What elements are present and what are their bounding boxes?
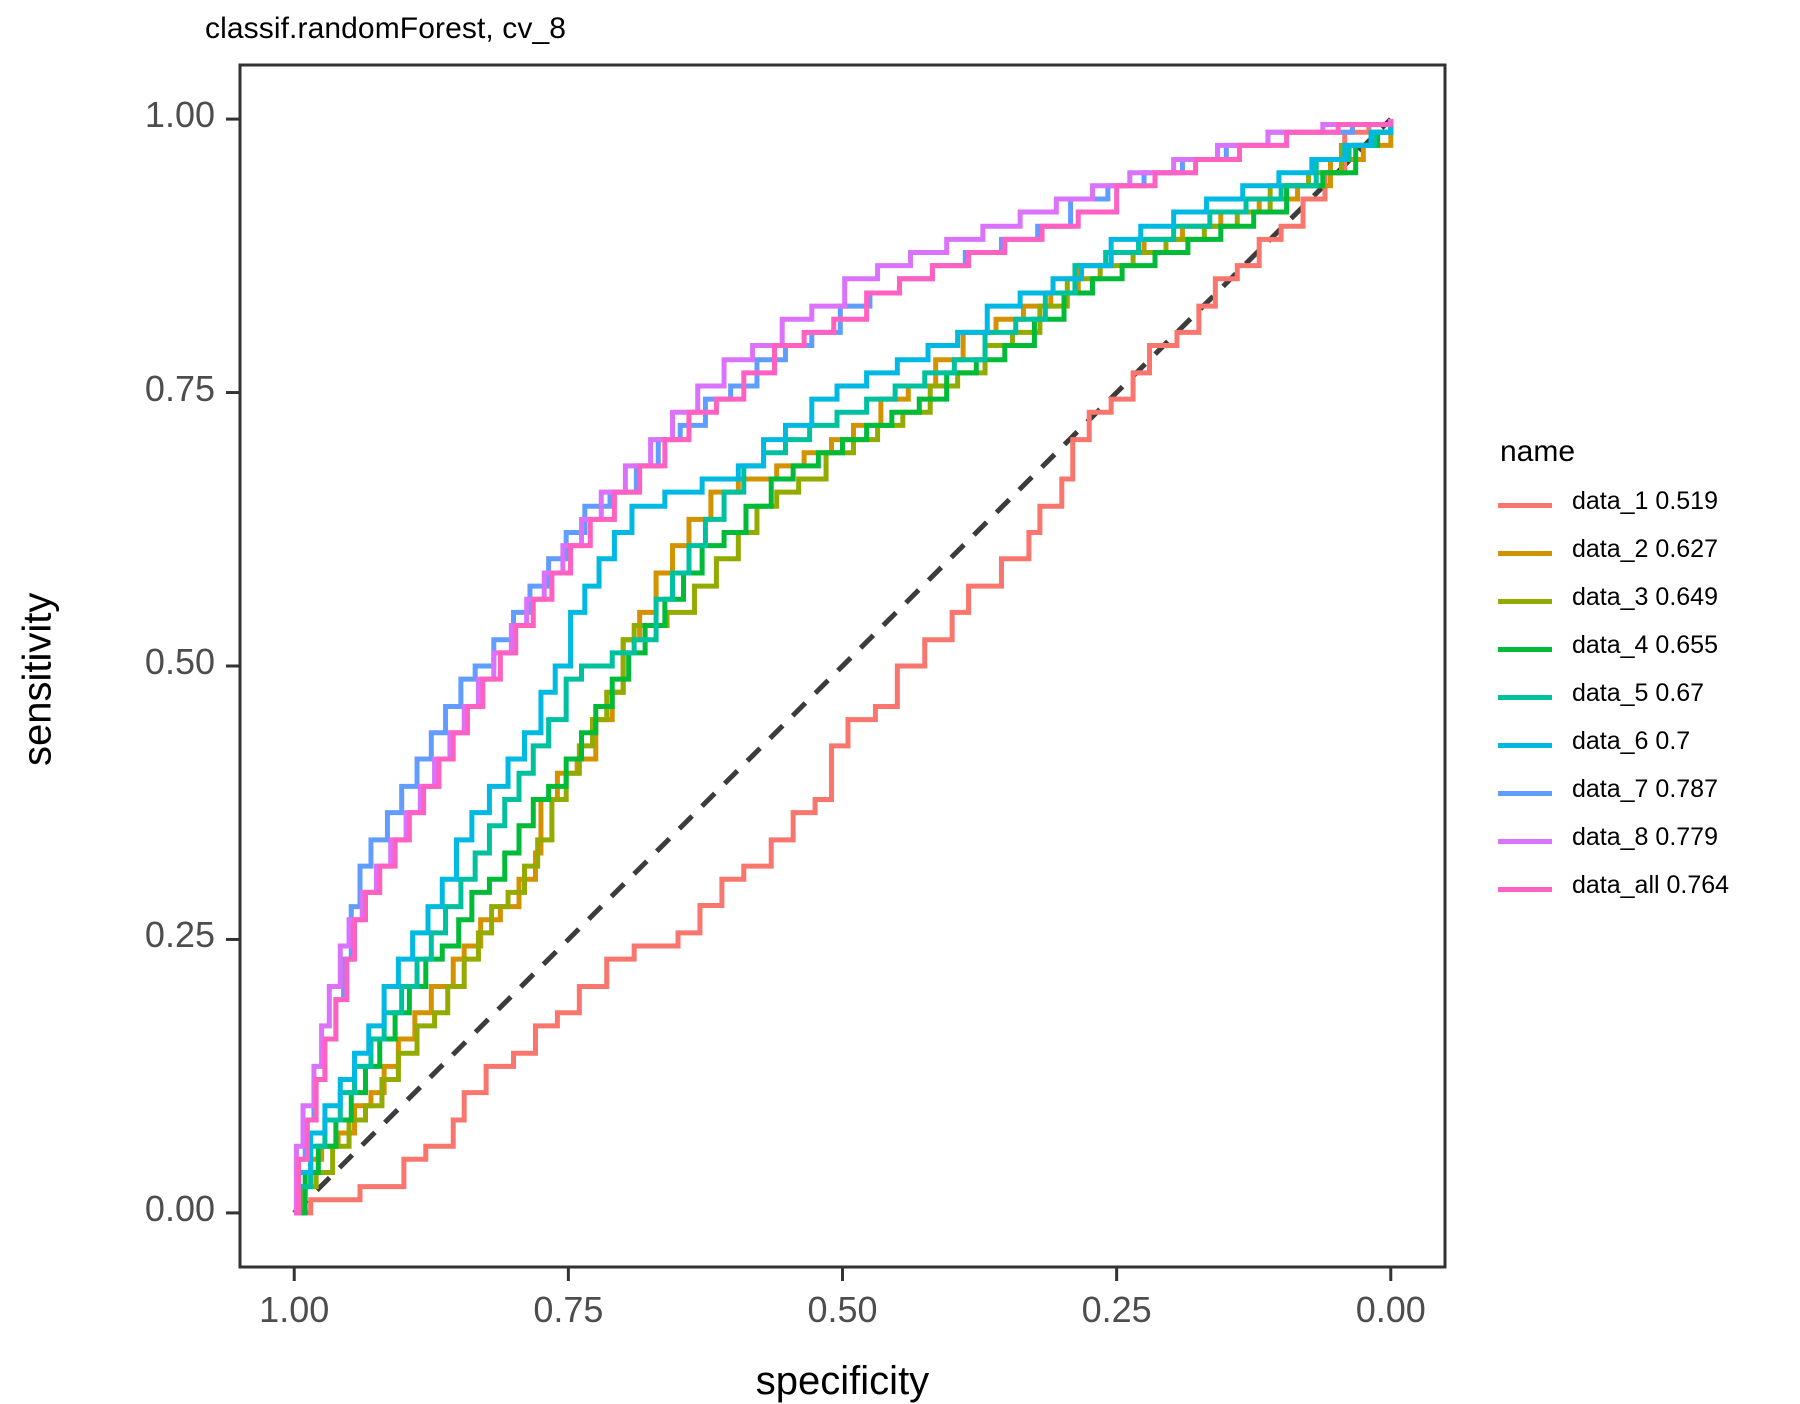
legend-label-data-5[interactable]: data_5 0.67 [1572, 679, 1704, 708]
y-axis-tick-label: 0.25 [144, 914, 215, 956]
legend-label-data-all[interactable]: data_all 0.764 [1572, 871, 1729, 900]
legend-key-data-1 [1498, 503, 1552, 508]
legend-label-data-3[interactable]: data_3 0.649 [1572, 583, 1718, 612]
y-axis-tick-label: 0.00 [144, 1187, 215, 1229]
legend-label-data-2[interactable]: data_2 0.627 [1572, 535, 1718, 564]
x-axis-tick-label: 0.00 [1355, 1289, 1426, 1330]
legend-key-data-2 [1498, 551, 1552, 556]
legend-label-data-4[interactable]: data_4 0.655 [1572, 631, 1718, 660]
legend-key-data-4 [1498, 647, 1552, 652]
legend-key-data-6 [1498, 743, 1552, 748]
legend-key-data-3 [1498, 599, 1552, 604]
legend-key-data-all [1498, 887, 1552, 892]
legend-label-data-1[interactable]: data_1 0.519 [1572, 487, 1718, 516]
legend-key-data-7 [1498, 791, 1552, 796]
y-axis-tick-label: 1.00 [144, 94, 215, 136]
x-axis-tick-label: 1.00 [259, 1289, 330, 1330]
legend-label-data-8[interactable]: data_8 0.779 [1572, 823, 1718, 852]
x-axis-tick-label: 0.75 [533, 1289, 604, 1330]
legend-key-data-8 [1498, 839, 1552, 844]
chart-canvas: classif.randomForest, cv_8 0.00 0.25 0.50 0… [0, 0, 1800, 1403]
legend-title: name [1500, 435, 1576, 468]
legend-key-data-5 [1498, 695, 1552, 700]
x-axis-title: specificity [755, 1359, 930, 1403]
y-axis-title: sensitivity [15, 592, 60, 766]
roc-plot-area [226, 63, 1447, 1281]
y-axis-tick-label: 0.75 [144, 367, 215, 409]
legend-label-data-6[interactable]: data_6 0.7 [1572, 727, 1690, 756]
x-axis-tick-label: 0.50 [807, 1289, 878, 1330]
x-axis-tick-label: 0.25 [1081, 1289, 1152, 1330]
legend-label-data-7[interactable]: data_7 0.787 [1572, 775, 1718, 804]
